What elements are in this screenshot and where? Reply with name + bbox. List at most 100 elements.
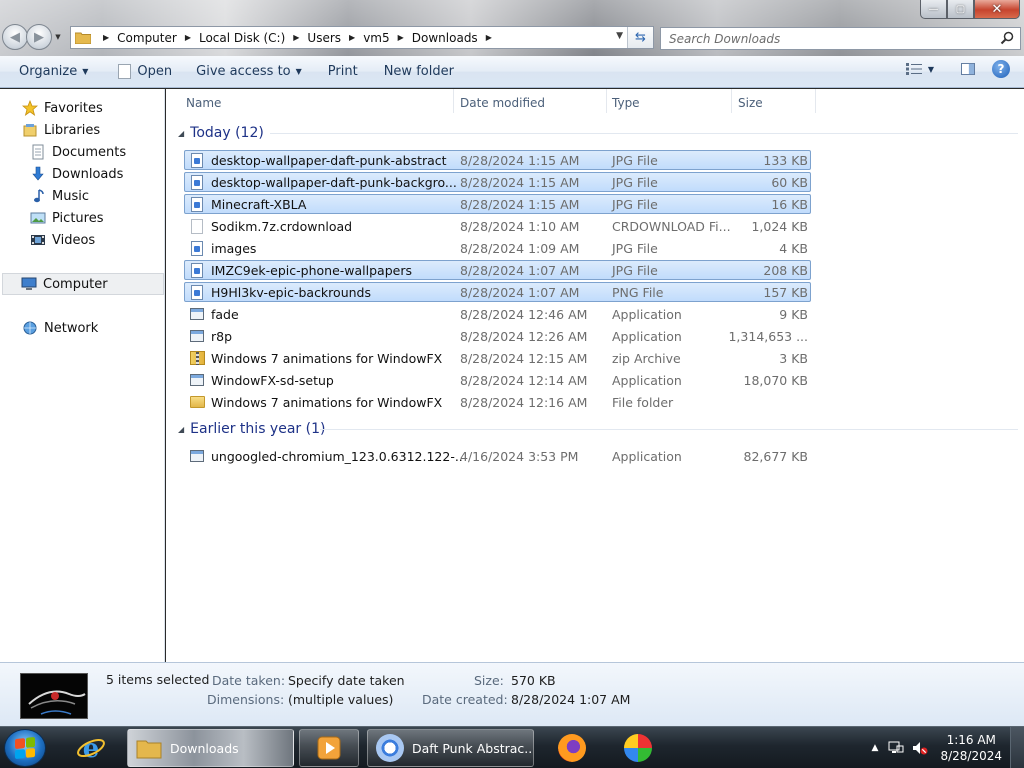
search-box[interactable] (660, 27, 1021, 50)
maximize-button[interactable]: ▢ (947, 0, 974, 19)
application-icon (189, 306, 205, 322)
nav-downloads[interactable]: Downloads (30, 164, 123, 184)
back-arrow-icon: ◀ (10, 29, 20, 45)
breadcrumb-separator[interactable]: ▶ (103, 33, 109, 42)
column-header-name[interactable]: Name (186, 94, 221, 112)
show-desktop-button[interactable] (1010, 727, 1024, 768)
group-header-earlier[interactable]: ◢ Earlier this year (1) (178, 419, 325, 439)
new-folder-button[interactable]: New folder (375, 60, 463, 84)
column-header-size[interactable]: Size (738, 94, 763, 112)
file-name: desktop-wallpaper-daft-punk-abstract (211, 152, 447, 168)
file-row[interactable]: Minecraft-XBLA 8/28/2024 1:15 AM JPG File 1… (184, 194, 811, 214)
nav-libraries[interactable]: Libraries (22, 120, 100, 140)
blank-file-icon (189, 218, 205, 234)
change-view-icon[interactable] (905, 63, 922, 75)
file-date-modified: 8/28/2024 1:15 AM (460, 196, 580, 212)
search-input[interactable] (661, 31, 991, 46)
breadcrumb-computer[interactable]: Computer (117, 31, 177, 45)
breadcrumb-users[interactable]: Users (307, 31, 341, 45)
file-row[interactable]: r8p 8/28/2024 12:26 AM Application 1,314,65… (184, 326, 811, 346)
breadcrumb-separator[interactable]: ▶ (185, 33, 191, 42)
volume-muted-icon[interactable] (912, 741, 928, 755)
app-button[interactable] (610, 729, 666, 767)
file-type: CRDOWNLOAD Fi... (612, 218, 731, 234)
libraries-icon (22, 122, 38, 138)
address-bar[interactable]: ▶ Computer ▶ Local Disk (C:) ▶ Users ▶ v… (70, 26, 654, 49)
column-header-date-modified[interactable]: Date modified (460, 94, 545, 112)
column-divider[interactable] (815, 89, 816, 113)
file-name: IMZC9ek-epic-phone-wallpapers (211, 262, 412, 278)
file-row[interactable]: WindowFX-sd-setup 8/28/2024 12:14 AM Appli… (184, 370, 811, 390)
network-status-icon[interactable] (888, 741, 904, 755)
nav-network[interactable]: Network (22, 318, 98, 338)
file-row[interactable]: Windows 7 animations for WindowFX 8/28/20… (184, 392, 811, 412)
group-header-today[interactable]: ◢ Today (12) (178, 123, 264, 143)
file-row[interactable]: desktop-wallpaper-daft-punk-backgro... 8/… (184, 172, 811, 192)
file-row[interactable]: images 8/28/2024 1:09 AM JPG File 4 KB (184, 238, 811, 258)
nav-computer[interactable]: Computer (2, 273, 164, 295)
view-options-dropdown[interactable]: ▼ (928, 65, 934, 74)
date-taken-value[interactable]: Specify date taken (288, 673, 405, 688)
file-row[interactable]: Sodikm.7z.crdownload 8/28/2024 1:10 AM CRD… (184, 216, 811, 236)
image-file-icon (189, 174, 205, 190)
maximize-icon: ▢ (955, 3, 966, 15)
print-label: Print (327, 64, 358, 79)
firefox-icon (558, 734, 586, 762)
firefox-button[interactable] (544, 729, 600, 767)
recent-pages-dropdown[interactable]: ▼ (52, 24, 64, 50)
nav-pictures[interactable]: Pictures (30, 208, 103, 228)
breadcrumb-vm5[interactable]: vm5 (363, 31, 389, 45)
taskbar-explorer-downloads[interactable]: Downloads (127, 729, 294, 767)
image-file-icon (189, 240, 205, 256)
media-player-button[interactable] (299, 729, 359, 767)
collapse-triangle-icon: ◢ (178, 128, 185, 138)
start-button[interactable] (4, 729, 46, 767)
column-header-type[interactable]: Type (612, 94, 640, 112)
taskbar-browser-window[interactable]: Daft Punk Abstrac... (367, 729, 534, 767)
close-button[interactable]: ✕ (974, 0, 1020, 19)
preview-pane-icon[interactable] (960, 63, 976, 75)
clock[interactable]: 1:16 AM 8/28/2024 (940, 732, 1002, 764)
forward-button[interactable]: ▶ (26, 24, 52, 50)
organize-button[interactable]: Organize ▼ (10, 60, 97, 84)
breadcrumb-separator[interactable]: ▶ (398, 33, 404, 42)
file-name: ungoogled-chromium_123.0.6312.122-... (211, 448, 463, 464)
file-row[interactable]: desktop-wallpaper-daft-punk-abstract 8/28… (184, 150, 811, 170)
open-button[interactable]: Open (109, 60, 181, 84)
column-divider[interactable] (453, 89, 454, 113)
nav-videos[interactable]: Videos (30, 230, 95, 250)
show-hidden-icons-arrow-icon[interactable]: ▲ (872, 743, 879, 753)
taskbar-downloads-label: Downloads (170, 740, 239, 756)
back-button[interactable]: ◀ (2, 24, 28, 50)
file-row[interactable]: IMZC9ek-epic-phone-wallpapers 8/28/2024 1… (184, 260, 811, 280)
nav-documents[interactable]: Documents (30, 142, 126, 162)
file-row[interactable]: fade 8/28/2024 12:46 AM Application 9 KB (184, 304, 811, 324)
nav-favorites[interactable]: Favorites (22, 98, 103, 118)
file-row[interactable]: ungoogled-chromium_123.0.6312.122-... 4/1… (184, 446, 811, 466)
address-history-dropdown[interactable]: ▼ (616, 31, 623, 41)
help-button[interactable]: ? (992, 60, 1010, 78)
colorful-ball-icon (624, 734, 652, 762)
file-row[interactable]: Windows 7 animations for WindowFX 8/28/20… (184, 348, 811, 368)
column-divider[interactable] (606, 89, 607, 113)
minimize-button[interactable]: — (920, 0, 947, 19)
file-row[interactable]: H9Hl3kv-epic-backrounds 8/28/2024 1:07 AM… (184, 282, 811, 302)
column-divider[interactable] (731, 89, 732, 113)
details-pane: 5 items selected Date taken: Specify dat… (0, 662, 1024, 726)
file-date-modified: 8/28/2024 12:16 AM (460, 394, 588, 410)
breadcrumb-separator[interactable]: ▶ (293, 33, 299, 42)
file-type: JPG File (612, 152, 658, 168)
give-access-button[interactable]: Give access to ▼ (187, 60, 311, 84)
breadcrumb-local-disk[interactable]: Local Disk (C:) (199, 31, 285, 45)
breadcrumb-separator[interactable]: ▶ (349, 33, 355, 42)
internet-explorer-button[interactable]: e (62, 729, 120, 767)
refresh-button[interactable]: ⇆ (627, 27, 653, 48)
breadcrumb-downloads[interactable]: Downloads (412, 31, 478, 45)
search-icon[interactable] (1000, 31, 1014, 45)
nav-music[interactable]: Music (30, 186, 89, 206)
file-type: zip Archive (612, 350, 681, 366)
print-button[interactable]: Print (319, 60, 367, 84)
file-name: Minecraft-XBLA (211, 196, 307, 212)
media-player-icon (317, 736, 341, 760)
breadcrumb-separator[interactable]: ▶ (486, 33, 492, 42)
